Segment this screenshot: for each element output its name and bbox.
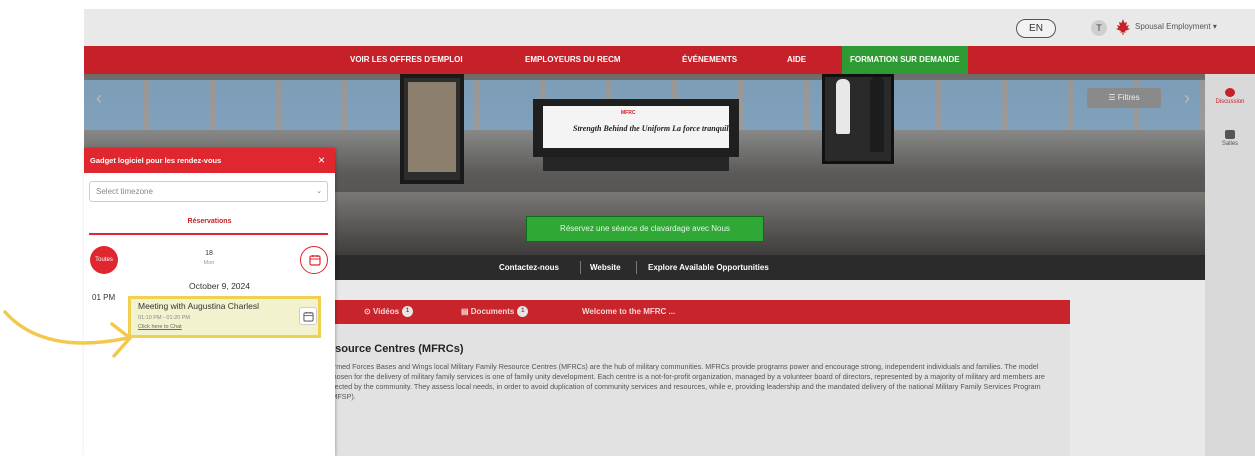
chevron-left-icon[interactable]: ‹: [96, 88, 102, 109]
meeting-card[interactable]: Meeting with Augustina Charlesl 01:10 PM…: [128, 296, 321, 338]
calendar-icon: [309, 255, 321, 266]
explore-opportunities-link[interactable]: Explore Available Opportunities: [648, 255, 769, 280]
panel-header: Gadget logiciel pour les rendez-vous ×: [84, 148, 335, 173]
booth-desk: MFRC Strength Behind the Uniform La forc…: [533, 99, 739, 157]
annotation-arrow-icon: [3, 310, 132, 358]
section-body: Armed Forces Bases and Wings local Milit…: [329, 362, 1045, 401]
count-badge: 1: [517, 306, 529, 318]
desk-logo: MFRC: [621, 110, 636, 116]
book-chat-button[interactable]: Réservez une séance de clavardage avec N…: [526, 216, 764, 242]
booth-screen-left[interactable]: [400, 74, 464, 184]
website-link[interactable]: Website: [590, 255, 621, 280]
date-weekday: Mon: [203, 260, 215, 266]
tab-documents[interactable]: ▤ Documents 1: [461, 300, 529, 324]
nav-item-employers[interactable]: EMPLOYEURS DU RECM: [525, 46, 621, 74]
close-icon[interactable]: ×: [318, 153, 325, 167]
user-avatar[interactable]: T: [1091, 20, 1107, 36]
all-dates-button[interactable]: Toutes: [90, 246, 118, 274]
rail-item-discussion[interactable]: Discussion: [1205, 88, 1255, 105]
rooms-icon: [1225, 130, 1235, 139]
rail-item-label: Salles: [1221, 141, 1239, 147]
main-nav: VOIR LES OFFRES D'EMPLOI EMPLOYEURS DU R…: [84, 46, 1255, 74]
right-rail: Discussion Salles: [1205, 74, 1255, 456]
add-to-calendar-button[interactable]: [299, 307, 317, 325]
meeting-title: Meeting with Augustina Charlesl: [138, 301, 259, 311]
nav-item-events[interactable]: ÉVÉNEMENTS: [682, 46, 737, 74]
tab-reservations[interactable]: Réservations: [84, 218, 335, 225]
section-title: esource Centres (MFRCs): [329, 343, 464, 355]
document-icon: ▤: [461, 307, 471, 316]
count-badge: 1: [402, 306, 414, 318]
user-menu[interactable]: Spousal Employment ▾: [1135, 22, 1217, 31]
desk-slogan: Strength Behind the Uniform La force tra…: [573, 124, 735, 133]
timezone-select[interactable]: Select timezone ⌄: [89, 181, 328, 202]
divider: [580, 261, 581, 274]
chevron-right-icon[interactable]: ›: [1184, 88, 1190, 109]
rail-item-label: Discussion: [1215, 99, 1245, 105]
nav-item-jobs[interactable]: VOIR LES OFFRES D'EMPLOI: [350, 46, 463, 74]
desk-base: [543, 157, 729, 171]
language-toggle-button[interactable]: EN: [1016, 19, 1056, 38]
tab-videos[interactable]: ⊙ Vidéos 1: [364, 300, 414, 324]
calendar-icon: [303, 311, 314, 322]
calendar-button[interactable]: [300, 246, 328, 274]
maple-leaf-icon: [1116, 19, 1130, 35]
chat-icon: [1225, 88, 1235, 97]
person-figure: [836, 79, 850, 134]
content-tabs: ⊙ Vidéos 1 ▤ Documents 1 Welcome to the MF…: [324, 300, 1070, 324]
panel-title: Gadget logiciel pour les rendez-vous: [90, 156, 222, 165]
play-icon: ⊙: [364, 307, 373, 316]
nav-item-training[interactable]: FORMATION SUR DEMANDE: [842, 46, 968, 74]
contact-link[interactable]: Contactez-nous: [499, 255, 559, 280]
chevron-down-icon: ⌄: [316, 188, 322, 195]
tab-welcome[interactable]: Welcome to the MFRC ...: [582, 300, 675, 324]
divider: [636, 261, 637, 274]
nav-item-help[interactable]: AIDE: [787, 46, 806, 74]
person-figure: [870, 77, 884, 152]
tab-underline: [89, 233, 328, 235]
rail-item-rooms[interactable]: Salles: [1205, 130, 1255, 147]
date-number[interactable]: 18: [194, 250, 224, 257]
top-bar: EN T Spousal Employment ▾: [84, 9, 1255, 46]
filters-button[interactable]: ☰ Filtres: [1087, 88, 1161, 108]
